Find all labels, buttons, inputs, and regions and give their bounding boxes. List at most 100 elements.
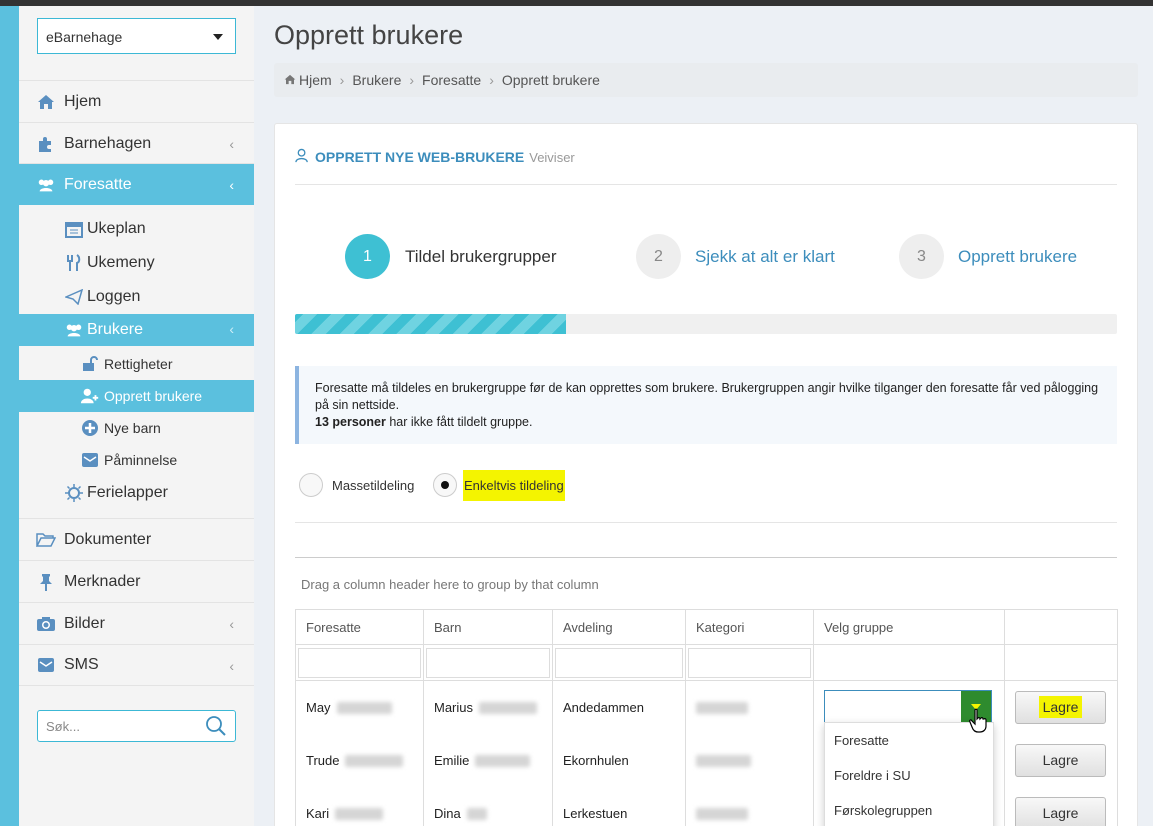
- nav-label: Barnehagen: [64, 134, 152, 152]
- sub-item-ukeplan[interactable]: Ukeplan: [19, 213, 254, 245]
- search-icon[interactable]: [205, 715, 227, 740]
- radio-massetildeling-label[interactable]: Massetildeling: [332, 478, 414, 493]
- users-icon: [36, 177, 56, 193]
- nav-label: Dokumenter: [64, 530, 152, 548]
- info-text: Foresatte må tildeles en brukergruppe fø…: [315, 381, 1099, 412]
- sub-label: Ferielapper: [87, 484, 168, 501]
- sub-item-ferielapper[interactable]: Ferielapper: [19, 477, 254, 509]
- sub2-label: Rettigheter: [104, 356, 173, 372]
- step-3-label[interactable]: Opprett brukere: [958, 247, 1077, 267]
- nav-item-hjem[interactable]: Hjem: [19, 80, 254, 122]
- step-2-label[interactable]: Sjekk at alt er klart: [695, 247, 835, 267]
- sub-item-loggen[interactable]: Loggen: [19, 281, 254, 313]
- cutlery-icon: [64, 254, 84, 272]
- nav-item-foresatte[interactable]: Foresatte ‹: [19, 163, 254, 205]
- sub-item-ukemeny[interactable]: Ukemeny: [19, 247, 254, 279]
- home-icon: [36, 94, 56, 110]
- save-button[interactable]: Lagre: [1015, 743, 1106, 777]
- divider: [295, 184, 1117, 185]
- paper-plane-icon: [64, 289, 84, 305]
- radio-enkeltvis[interactable]: [433, 473, 457, 497]
- nav-item-sms[interactable]: SMS ‹: [19, 644, 254, 686]
- main-content: Opprett brukere Hjem › Brukere › Foresat…: [254, 6, 1153, 826]
- step-2-circle[interactable]: 2: [636, 234, 681, 279]
- radio-enkeltvis-label[interactable]: Enkeltvis tildeling: [463, 470, 565, 501]
- wizard-panel: OPPRETT NYE WEB-BRUKERE Veiviser 1 Tilde…: [274, 123, 1138, 826]
- sub-label: Ukeplan: [87, 220, 146, 237]
- redacted-surname: [466, 808, 487, 821]
- column-header-avdeling[interactable]: Avdeling: [552, 609, 686, 645]
- filter-cell: [423, 644, 553, 681]
- users-icon: [64, 322, 84, 338]
- wizard-progress-bar: [295, 314, 1117, 334]
- filter-foresatte-input[interactable]: [298, 647, 421, 678]
- breadcrumb-item[interactable]: Hjem: [299, 72, 332, 88]
- column-header-barn[interactable]: Barn: [423, 609, 553, 645]
- step-1-circle[interactable]: 1: [345, 234, 390, 279]
- radio-massetildeling[interactable]: [299, 473, 323, 497]
- dropdown-option[interactable]: Foresatte: [825, 723, 993, 758]
- chevron-left-icon: ‹: [229, 321, 234, 337]
- kindergarten-select[interactable]: eBarnehage: [37, 18, 236, 54]
- sub2-item-nye-barn[interactable]: Nye barn: [19, 412, 254, 444]
- cell-barn: Dina: [423, 786, 553, 826]
- sub2-item-paminnelse[interactable]: Påminnelse: [19, 444, 254, 476]
- breadcrumb-separator: ›: [489, 72, 494, 88]
- filter-kategori-input[interactable]: [688, 647, 811, 678]
- radio-dot: [441, 481, 449, 489]
- cell-barn: Marius: [423, 680, 553, 734]
- cell-action: Lagre: [1004, 786, 1118, 826]
- cell-avdeling: Andedammen: [552, 680, 686, 734]
- user-plus-icon: [80, 387, 100, 405]
- column-header-velg-gruppe[interactable]: Velg gruppe: [813, 609, 1005, 645]
- nav-item-dokumenter[interactable]: Dokumenter: [19, 518, 254, 560]
- column-header-kategori[interactable]: Kategori: [685, 609, 814, 645]
- save-label: Lagre: [1042, 752, 1079, 768]
- breadcrumb-item[interactable]: Brukere: [352, 72, 401, 88]
- redacted-category: [696, 702, 748, 715]
- dropdown-option[interactable]: Foreldre i SU: [825, 758, 993, 793]
- barn-name: Emilie: [434, 752, 470, 768]
- nav-item-merknader[interactable]: Merknader: [19, 560, 254, 602]
- save-button[interactable]: Lagre: [1015, 690, 1106, 724]
- panel-title: OPPRETT NYE WEB-BRUKERE: [315, 149, 525, 165]
- nav-item-bilder[interactable]: Bilder ‹: [19, 602, 254, 644]
- envelope-icon: [80, 452, 100, 468]
- breadcrumb-separator: ›: [409, 72, 415, 88]
- nav-item-barnehagen[interactable]: Barnehagen ‹: [19, 122, 254, 164]
- sub2-label: Opprett brukere: [104, 388, 203, 404]
- puzzle-icon: [36, 135, 56, 153]
- cell-foresatt: Kari: [295, 786, 424, 826]
- foresatt-name: Kari: [306, 805, 330, 821]
- caret-down-icon: [213, 34, 223, 40]
- kindergarten-select-value: eBarnehage: [46, 29, 123, 45]
- save-button[interactable]: Lagre: [1015, 796, 1106, 826]
- filter-barn-input[interactable]: [426, 647, 550, 678]
- search-input[interactable]: Søk...: [37, 710, 236, 742]
- hand-cursor-icon: [969, 708, 989, 739]
- column-header-foresatte[interactable]: Foresatte: [295, 609, 424, 645]
- dropdown-option[interactable]: Førskolegruppen: [825, 793, 993, 826]
- cell-kategori: [685, 786, 814, 826]
- filter-avdeling-input[interactable]: [555, 647, 683, 678]
- sub2-label: Nye barn: [104, 420, 161, 436]
- breadcrumb-item: Opprett brukere: [501, 72, 600, 88]
- breadcrumb-item[interactable]: Foresatte: [422, 72, 481, 88]
- sub-item-brukere[interactable]: Brukere ‹: [19, 314, 254, 346]
- step-1-label[interactable]: Tildel brukergrupper: [405, 247, 557, 267]
- group-by-hint: Drag a column header here to group by th…: [301, 577, 599, 592]
- save-label: Lagre: [1038, 696, 1083, 719]
- nav-label: Merknader: [64, 572, 141, 590]
- folder-icon: [36, 532, 56, 548]
- nav-label: SMS: [64, 656, 99, 673]
- sub2-item-opprett-brukere[interactable]: Opprett brukere: [19, 380, 254, 412]
- sub2-item-rettigheter[interactable]: Rettigheter: [19, 348, 254, 380]
- cell-foresatt: May: [295, 680, 424, 734]
- group-dropdown[interactable]: [824, 690, 992, 725]
- cell-kategori: [685, 733, 814, 787]
- unlock-icon: [80, 356, 100, 372]
- barn-name: Marius: [434, 699, 474, 715]
- foresatt-name: Trude: [306, 752, 340, 768]
- step-3-circle[interactable]: 3: [899, 234, 944, 279]
- redacted-category: [696, 808, 748, 821]
